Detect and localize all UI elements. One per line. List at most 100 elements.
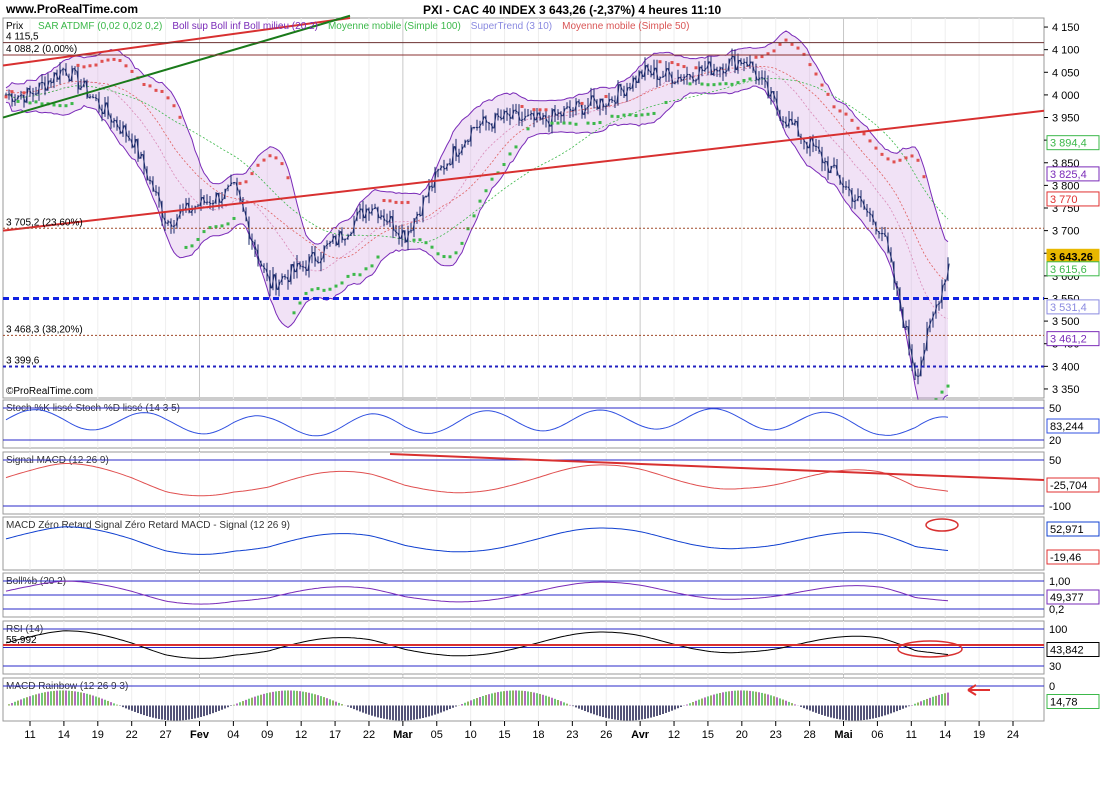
sar-dot xyxy=(628,113,632,117)
sar-dot xyxy=(196,237,200,241)
sar-dot xyxy=(304,291,308,295)
indicator-panel-rainbow: MACD Rainbow (12 26 9 3) 014,78 xyxy=(2,677,1100,722)
candle-body xyxy=(196,205,200,207)
sar-dot xyxy=(592,122,596,126)
indicator-panel-bollb: Boll%b (20 2)1,000,80,249,377 xyxy=(2,572,1100,618)
indicator-legend-item: SuperTrend (3 10) xyxy=(471,21,552,32)
sar-dot xyxy=(244,180,248,184)
sar-dot xyxy=(382,199,386,203)
sar-dot xyxy=(190,244,194,248)
sar-dot xyxy=(910,154,914,158)
sar-dot xyxy=(754,55,758,59)
sar-dot xyxy=(502,163,506,167)
candle-body xyxy=(154,191,158,193)
sar-dot xyxy=(166,96,170,100)
x-tick-label: 11 xyxy=(906,729,917,741)
sar-dot xyxy=(856,126,860,130)
sar-dot xyxy=(76,63,80,67)
sar-dot xyxy=(82,65,86,69)
indicator-legend-item: Moyenne mobile (Simple 100) xyxy=(328,21,461,32)
sar-dot xyxy=(892,160,896,164)
sar-dot xyxy=(4,95,8,99)
price-label: Prix xyxy=(6,21,23,32)
x-tick-label: 24 xyxy=(1007,729,1019,741)
sar-dot xyxy=(604,94,608,98)
x-tick-label: 28 xyxy=(803,729,815,741)
sar-dot xyxy=(610,114,614,118)
sar-dot xyxy=(94,63,98,67)
indicator-legend-item: Moyenne mobile (Simple 50) xyxy=(562,21,689,32)
stock-chart: www.ProRealTime.com PXI - CAC 40 INDEX 3 … xyxy=(0,0,1100,800)
sar-dot xyxy=(622,113,626,117)
sar-dot xyxy=(652,111,656,115)
sar-dot xyxy=(358,273,362,277)
sar-dot xyxy=(670,61,674,65)
x-tick-label: 12 xyxy=(668,729,680,741)
sar-dot xyxy=(886,157,890,161)
sar-dot xyxy=(58,104,62,108)
sar-dot xyxy=(10,90,14,94)
sar-dot xyxy=(310,288,314,292)
sar-dot xyxy=(400,201,404,205)
sar-dot xyxy=(184,245,188,249)
sar-dot xyxy=(292,311,296,315)
sar-dot xyxy=(202,230,206,234)
sar-dot xyxy=(808,63,812,67)
sar-dot xyxy=(442,255,446,259)
sar-dot xyxy=(832,105,836,109)
sar-dot xyxy=(724,82,728,86)
panel-value-label: 83,244 xyxy=(1050,421,1084,433)
sar-dot xyxy=(412,238,416,242)
sar-dot xyxy=(232,216,236,220)
y-tick-label: 3 950 xyxy=(1052,113,1080,125)
sar-dot xyxy=(214,225,218,229)
sar-dot xyxy=(646,112,650,116)
sar-dot xyxy=(178,115,182,119)
sar-dot xyxy=(790,42,794,46)
sar-dot xyxy=(490,177,494,181)
sar-dot xyxy=(286,176,290,180)
sar-dot xyxy=(460,241,464,245)
sar-dot xyxy=(940,390,944,394)
sar-dot xyxy=(946,384,950,388)
x-tick-label: 09 xyxy=(261,729,273,741)
x-tick-label: 14 xyxy=(58,729,70,741)
sar-dot xyxy=(160,89,164,93)
sar-dot xyxy=(820,83,824,87)
indicator-panel-rsi: RSI (14)55,992100703043,842 xyxy=(2,620,1100,675)
sar-dot xyxy=(436,252,440,256)
sar-dot xyxy=(868,139,872,143)
x-tick-label: 15 xyxy=(702,729,714,741)
sar-dot xyxy=(616,115,620,119)
panel-value-label: 43,842 xyxy=(1050,645,1084,657)
sar-dot xyxy=(862,132,866,136)
sar-dot xyxy=(262,158,266,162)
sar-dot xyxy=(814,72,818,76)
sar-dot xyxy=(700,82,704,86)
x-tick-label: 17 xyxy=(329,729,341,741)
candle-body xyxy=(211,202,215,205)
sar-dot xyxy=(514,145,518,149)
x-tick-label: 22 xyxy=(363,729,375,741)
x-tick-label: 27 xyxy=(159,729,171,741)
fibonacci-label: 3 705,2 (23,60%) xyxy=(6,217,83,228)
sar-dot xyxy=(640,113,644,117)
sar-dot xyxy=(568,121,572,125)
x-tick-label: Fev xyxy=(190,729,210,741)
sar-dot xyxy=(742,78,746,82)
sar-dot xyxy=(748,77,752,81)
panel-value-label: 49,377 xyxy=(1050,592,1084,604)
sar-dot xyxy=(778,42,782,46)
sar-dot xyxy=(250,172,254,176)
sar-dot xyxy=(124,64,128,68)
value-tag-label: 3 461,2 xyxy=(1050,334,1087,346)
sar-dot xyxy=(274,156,278,160)
sar-dot xyxy=(574,122,578,126)
sar-dot xyxy=(682,65,686,69)
value-tag-label: 3 894,4 xyxy=(1050,138,1087,150)
fibonacci-label: 4 115,5 xyxy=(6,32,39,43)
sar-dot xyxy=(922,175,926,179)
sar-dot xyxy=(784,38,788,42)
x-tick-label: 05 xyxy=(431,729,443,741)
sar-dot xyxy=(22,91,26,95)
